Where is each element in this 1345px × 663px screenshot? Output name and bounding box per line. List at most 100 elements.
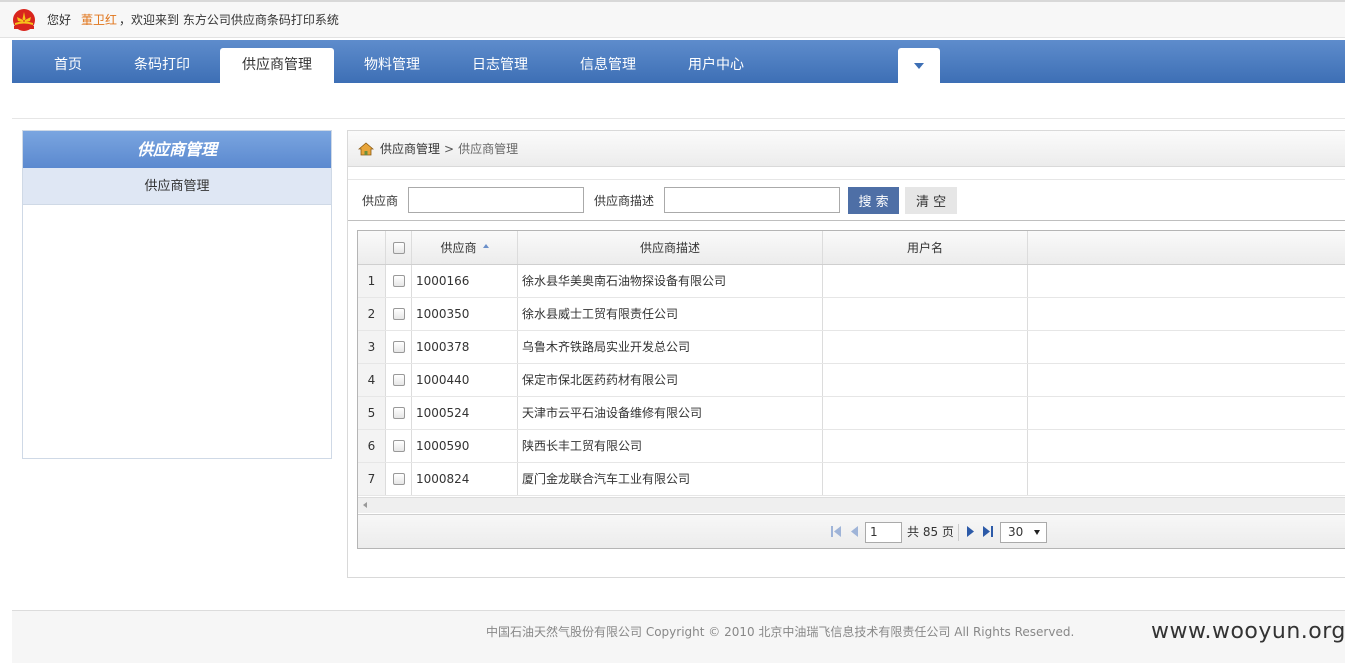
- home-icon: [358, 141, 374, 155]
- footer: 中国石油天然气股份有限公司 Copyright © 2010 北京中油瑞飞信息技…: [12, 611, 1345, 663]
- divider: [12, 118, 1345, 119]
- horizontal-scrollbar[interactable]: [358, 497, 1345, 513]
- row-number: 2: [358, 298, 386, 330]
- cell-supplier-code: 1000590: [412, 430, 518, 462]
- supplier-desc-input[interactable]: [664, 187, 841, 213]
- nav-item-material-management[interactable]: 物料管理: [342, 48, 442, 83]
- cell-supplier-desc: 乌鲁木齐铁路局实业开发总公司: [518, 331, 823, 363]
- prev-page-icon[interactable]: [850, 525, 859, 538]
- row-checkbox-cell: [386, 463, 412, 495]
- nav-more-button[interactable]: [898, 48, 940, 83]
- row-number: 6: [358, 430, 386, 462]
- table-row[interactable]: 6 1000590 陕西长丰工贸有限公司: [358, 430, 1345, 463]
- nav-item-user-center[interactable]: 用户中心: [666, 48, 766, 83]
- row-checkbox-cell: [386, 364, 412, 396]
- cell-supplier-desc: 陕西长丰工贸有限公司: [518, 430, 823, 462]
- sidebar-title: 供应商管理: [23, 131, 331, 168]
- row-checkbox[interactable]: [392, 374, 405, 386]
- cell-supplier-desc: 厦门金龙联合汽车工业有限公司: [518, 463, 823, 495]
- row-number: 5: [358, 397, 386, 429]
- breadcrumb-root[interactable]: 供应商管理: [380, 131, 440, 167]
- top-bar: 您好 董卫红 ，欢迎来到 东方公司供应商条码打印系统: [0, 0, 1345, 38]
- scroll-left-icon[interactable]: [363, 502, 367, 508]
- table-row[interactable]: 3 1000378 乌鲁木齐铁路局实业开发总公司: [358, 331, 1345, 364]
- main-panel: 供应商管理 > 供应商管理 供应商 供应商描述 搜 索 清 空 供应商 供应商描…: [347, 130, 1345, 578]
- select-all-checkbox[interactable]: [392, 241, 405, 254]
- cell-username: [823, 463, 1028, 495]
- breadcrumb: 供应商管理 > 供应商管理: [348, 131, 1345, 167]
- cell-username: [823, 397, 1028, 429]
- nav-item-home[interactable]: 首页: [32, 48, 104, 83]
- search-button[interactable]: 搜 索: [848, 186, 900, 214]
- sort-asc-icon: [482, 244, 489, 248]
- column-header-supplier[interactable]: 供应商: [412, 231, 518, 264]
- column-header-user[interactable]: 用户名: [823, 231, 1028, 264]
- caret-down-icon: [914, 62, 924, 69]
- cell-supplier-desc: 天津市云平石油设备维修有限公司: [518, 397, 823, 429]
- cell-supplier-desc: 徐水县华美奥南石油物探设备有限公司: [518, 265, 823, 297]
- column-header-desc[interactable]: 供应商描述: [518, 231, 823, 264]
- row-checkbox-cell: [386, 298, 412, 330]
- nav-item-supplier-management[interactable]: 供应商管理: [220, 48, 334, 83]
- cell-supplier-desc: 保定市保北医药药材有限公司: [518, 364, 823, 396]
- row-number: 1: [358, 265, 386, 297]
- page-number-input[interactable]: 1: [865, 522, 902, 543]
- row-checkbox-cell: [386, 331, 412, 363]
- total-pages-text: 共 85 页: [907, 525, 954, 539]
- table-row[interactable]: 5 1000524 天津市云平石油设备维修有限公司: [358, 397, 1345, 430]
- nav-item-barcode-print[interactable]: 条码打印: [112, 48, 212, 83]
- table-row[interactable]: 4 1000440 保定市保北医药药材有限公司: [358, 364, 1345, 397]
- cell-supplier-code: 1000350: [412, 298, 518, 330]
- cell-username: [823, 298, 1028, 330]
- petrochina-logo-icon: [13, 8, 35, 31]
- last-page-icon[interactable]: [982, 525, 994, 538]
- table-row[interactable]: 2 1000350 徐水县威士工贸有限责任公司: [358, 298, 1345, 331]
- sidebar: 供应商管理 供应商管理: [22, 130, 332, 459]
- supplier-desc-label: 供应商描述: [594, 193, 655, 208]
- page-size-value: 30: [1008, 525, 1024, 539]
- greeting-text: 您好: [47, 13, 72, 27]
- row-checkbox[interactable]: [392, 341, 405, 353]
- cell-username: [823, 265, 1028, 297]
- page-size-select[interactable]: 30: [1000, 522, 1047, 543]
- row-checkbox[interactable]: [392, 440, 405, 452]
- row-checkbox[interactable]: [392, 308, 405, 320]
- cell-supplier-desc: 徐水县威士工贸有限责任公司: [518, 298, 823, 330]
- table-row[interactable]: 1 1000166 徐水县华美奥南石油物探设备有限公司: [358, 265, 1345, 298]
- row-checkbox[interactable]: [392, 407, 405, 419]
- sidebar-item-supplier-management[interactable]: 供应商管理: [23, 168, 331, 205]
- cell-supplier-code: 1000166: [412, 265, 518, 297]
- nav-item-log-management[interactable]: 日志管理: [450, 48, 550, 83]
- watermark-text: www.wooyun.org: [1151, 619, 1345, 644]
- supplier-label: 供应商: [362, 193, 399, 208]
- breadcrumb-current: 供应商管理: [458, 141, 519, 156]
- breadcrumb-separator: >: [444, 141, 455, 156]
- search-form: 供应商 供应商描述 搜 索 清 空: [348, 179, 1345, 221]
- cell-supplier-code: 1000524: [412, 397, 518, 429]
- grid-body: 1 1000166 徐水县华美奥南石油物探设备有限公司 2 1000350 徐水…: [358, 265, 1345, 497]
- username-link[interactable]: 董卫红: [81, 11, 117, 28]
- next-page-icon[interactable]: [966, 525, 975, 538]
- copyright-text: 中国石油天然气股份有限公司 Copyright © 2010 北京中油瑞飞信息技…: [486, 625, 1075, 639]
- welcome-text: ，欢迎来到 东方公司供应商条码打印系统: [119, 13, 339, 27]
- row-checkbox[interactable]: [392, 275, 405, 287]
- table-row[interactable]: 7 1000824 厦门金龙联合汽车工业有限公司: [358, 463, 1345, 496]
- row-checkbox-cell: [386, 397, 412, 429]
- nav-item-info-management[interactable]: 信息管理: [558, 48, 658, 83]
- row-number: 4: [358, 364, 386, 396]
- column-header-supplier-label: 供应商: [440, 241, 477, 255]
- pagination-bar: 1 共 85 页 30: [358, 514, 1345, 548]
- row-checkbox-cell: [386, 430, 412, 462]
- supplier-input[interactable]: [408, 187, 585, 213]
- row-number: 7: [358, 463, 386, 495]
- row-number: 3: [358, 331, 386, 363]
- cell-username: [823, 364, 1028, 396]
- clear-button[interactable]: 清 空: [905, 186, 958, 214]
- grid-header: 供应商 供应商描述 用户名: [358, 231, 1345, 265]
- cell-supplier-code: 1000440: [412, 364, 518, 396]
- first-page-icon[interactable]: [830, 525, 842, 538]
- row-checkbox[interactable]: [392, 473, 405, 485]
- main-nav: 首页 条码打印 供应商管理 物料管理 日志管理 信息管理 用户中心: [12, 40, 1345, 83]
- row-checkbox-cell: [386, 265, 412, 297]
- row-number-header: [358, 231, 386, 264]
